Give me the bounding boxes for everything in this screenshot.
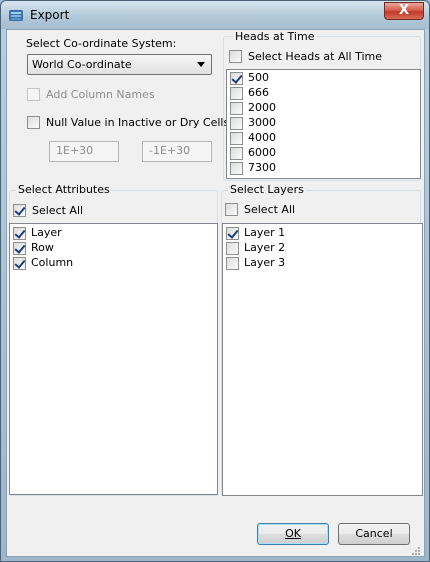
attribute-item-label: Row [31, 241, 54, 254]
layer-item-label: Layer 1 [244, 226, 286, 239]
heads-time-item-label: 3000 [248, 116, 276, 129]
close-button[interactable]: X [384, 2, 424, 20]
heads-time-item-checkbox[interactable] [230, 147, 243, 160]
heads-time-item-label: 6000 [248, 146, 276, 159]
export-dialog: Export X Select Co-ordinate System: Worl… [0, 0, 430, 562]
select-heads-all-time-checkbox[interactable] [229, 50, 242, 63]
cancel-button-label: Cancel [355, 527, 393, 540]
attributes-select-all-label: Select All [32, 204, 84, 217]
ok-button[interactable]: OK [257, 523, 329, 545]
layer-item-checkbox[interactable] [226, 257, 239, 270]
heads-at-time-title: Heads at Time [233, 30, 317, 43]
add-column-names-checkbox[interactable] [27, 88, 40, 101]
coordinate-system-select[interactable]: World Co-ordinate [27, 54, 212, 75]
heads-time-item-label: 7300 [248, 161, 276, 174]
heads-time-item-label: 666 [248, 86, 269, 99]
cancel-button[interactable]: Cancel [338, 523, 410, 545]
add-column-names-label: Add Column Names [46, 88, 155, 101]
window-title: Export [30, 8, 70, 22]
layer-item-checkbox[interactable] [226, 227, 239, 240]
heads-time-item-checkbox[interactable] [230, 102, 243, 115]
attributes-title: Select Attributes [16, 183, 112, 196]
coordinate-system-value: World Co-ordinate [32, 58, 132, 71]
layer-item-label: Layer 3 [244, 256, 286, 269]
attribute-item-checkbox[interactable] [13, 257, 26, 270]
heads-time-item-label: 4000 [248, 131, 276, 144]
heads-time-item-checkbox[interactable] [230, 87, 243, 100]
attribute-item-checkbox[interactable] [13, 242, 26, 255]
ok-button-label: OK [285, 527, 301, 540]
null-value-max-text: -1E+30 [149, 144, 191, 157]
heads-time-item-checkbox[interactable] [230, 72, 243, 85]
layers-title: Select Layers [228, 183, 306, 196]
dialog-body: Select Co-ordinate System: World Co-ordi… [6, 29, 425, 557]
attribute-item-checkbox[interactable] [13, 227, 26, 240]
chevron-down-icon [197, 62, 205, 67]
resize-grip-icon[interactable] [409, 546, 421, 558]
select-heads-all-time-label: Select Heads at All Time [248, 50, 383, 63]
attribute-item-label: Column [31, 256, 74, 269]
null-value-checkbox[interactable] [27, 116, 40, 129]
coordinate-system-label: Select Co-ordinate System: [26, 37, 177, 50]
attribute-item-label: Layer [31, 226, 62, 239]
layers-list[interactable]: Layer 1 Layer 2 Layer 3 [222, 223, 423, 496]
heads-time-item-label: 2000 [248, 101, 276, 114]
layer-item-label: Layer 2 [244, 241, 286, 254]
null-value-min-text: 1E+30 [56, 144, 94, 157]
null-value-max-input[interactable]: -1E+30 [142, 141, 212, 162]
attributes-select-all-checkbox[interactable] [13, 204, 26, 217]
heads-time-item-checkbox[interactable] [230, 132, 243, 145]
layer-item-checkbox[interactable] [226, 242, 239, 255]
title-bar[interactable]: Export X [1, 1, 429, 29]
app-icon [9, 10, 23, 21]
heads-time-item-checkbox[interactable] [230, 117, 243, 130]
attributes-list[interactable]: Layer Row Column [9, 223, 218, 495]
null-value-min-input[interactable]: 1E+30 [49, 141, 119, 162]
heads-time-item-label: 500 [248, 71, 269, 84]
heads-time-item-checkbox[interactable] [230, 162, 243, 175]
null-value-label: Null Value in Inactive or Dry Cells: [46, 116, 233, 129]
layers-select-all-label: Select All [244, 203, 296, 216]
layers-select-all-checkbox[interactable] [225, 203, 238, 216]
close-icon: X [398, 3, 410, 18]
heads-at-time-list[interactable]: 500 666 2000 3000 4000 6000 7300 [226, 69, 421, 179]
